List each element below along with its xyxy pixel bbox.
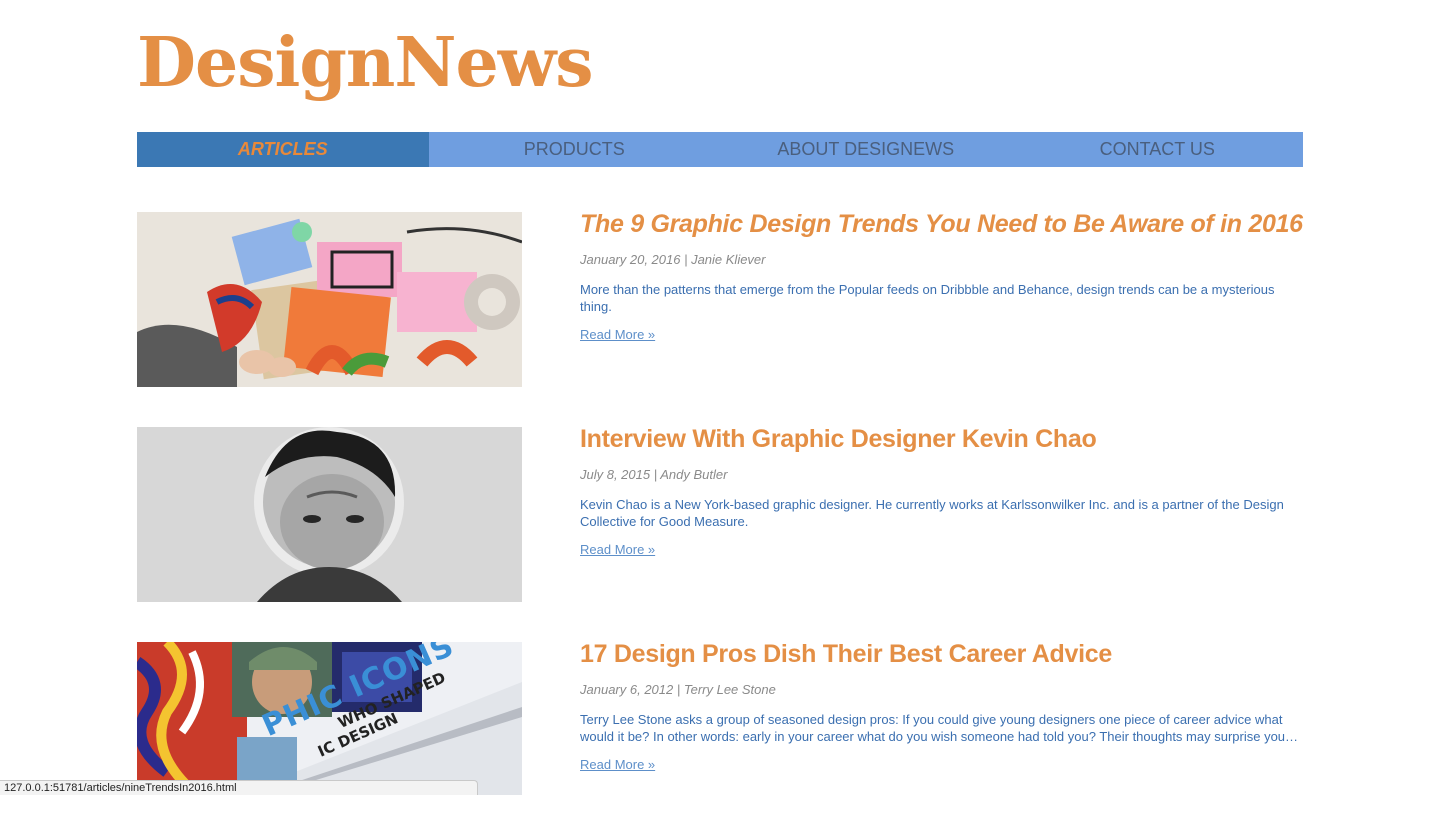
read-more-link[interactable]: Read More »	[580, 757, 655, 773]
main-nav: ARTICLES PRODUCTS ABOUT DESIGNEWS CONTAC…	[137, 132, 1303, 167]
nav-item-articles[interactable]: ARTICLES	[137, 132, 429, 167]
article-content: 17 Design Pros Dish Their Best Career Ad…	[580, 642, 1303, 774]
article-summary: Terry Lee Stone asks a group of seasoned…	[580, 712, 1299, 744]
article-thumbnail[interactable]	[137, 427, 522, 602]
nav-item-contact[interactable]: CONTACT US	[1012, 132, 1304, 167]
read-more-link[interactable]: Read More »	[580, 542, 655, 558]
article-title[interactable]: The 9 Graphic Design Trends You Need to …	[580, 212, 1303, 237]
article-card: The 9 Graphic Design Trends You Need to …	[137, 212, 1303, 388]
nav-item-about[interactable]: ABOUT DESIGNEWS	[720, 132, 1012, 167]
article-title[interactable]: 17 Design Pros Dish Their Best Career Ad…	[580, 642, 1303, 667]
site-logo[interactable]: DesignNews	[137, 18, 594, 108]
kevin-chao-portrait-photo	[137, 427, 522, 602]
article-title[interactable]: Interview With Graphic Designer Kevin Ch…	[580, 427, 1303, 452]
nav-item-products[interactable]: PRODUCTS	[429, 132, 721, 167]
article-summary: Kevin Chao is a New York-based graphic d…	[580, 497, 1284, 529]
article-summary: More than the patterns that emerge from …	[580, 282, 1275, 314]
article-thumbnail[interactable]: PHIC ICONS WHO SHAPED IC DESIGN	[137, 642, 522, 795]
article-content: Interview With Graphic Designer Kevin Ch…	[580, 427, 1303, 559]
article-meta: January 20, 2016 | Janie Kliever	[580, 252, 766, 267]
article-meta: July 8, 2015 | Andy Butler	[580, 467, 728, 482]
browser-status-bar: 127.0.0.1:51781/articles/nineTrendsIn201…	[0, 780, 478, 795]
article-card: Interview With Graphic Designer Kevin Ch…	[137, 427, 1303, 603]
read-more-link[interactable]: Read More »	[580, 327, 655, 343]
article-meta: January 6, 2012 | Terry Lee Stone	[580, 682, 776, 697]
article-thumbnail[interactable]	[137, 212, 522, 387]
article-content: The 9 Graphic Design Trends You Need to …	[580, 212, 1303, 344]
design-trends-objects-photo	[137, 212, 522, 387]
graphic-icons-book-photo	[137, 642, 522, 795]
